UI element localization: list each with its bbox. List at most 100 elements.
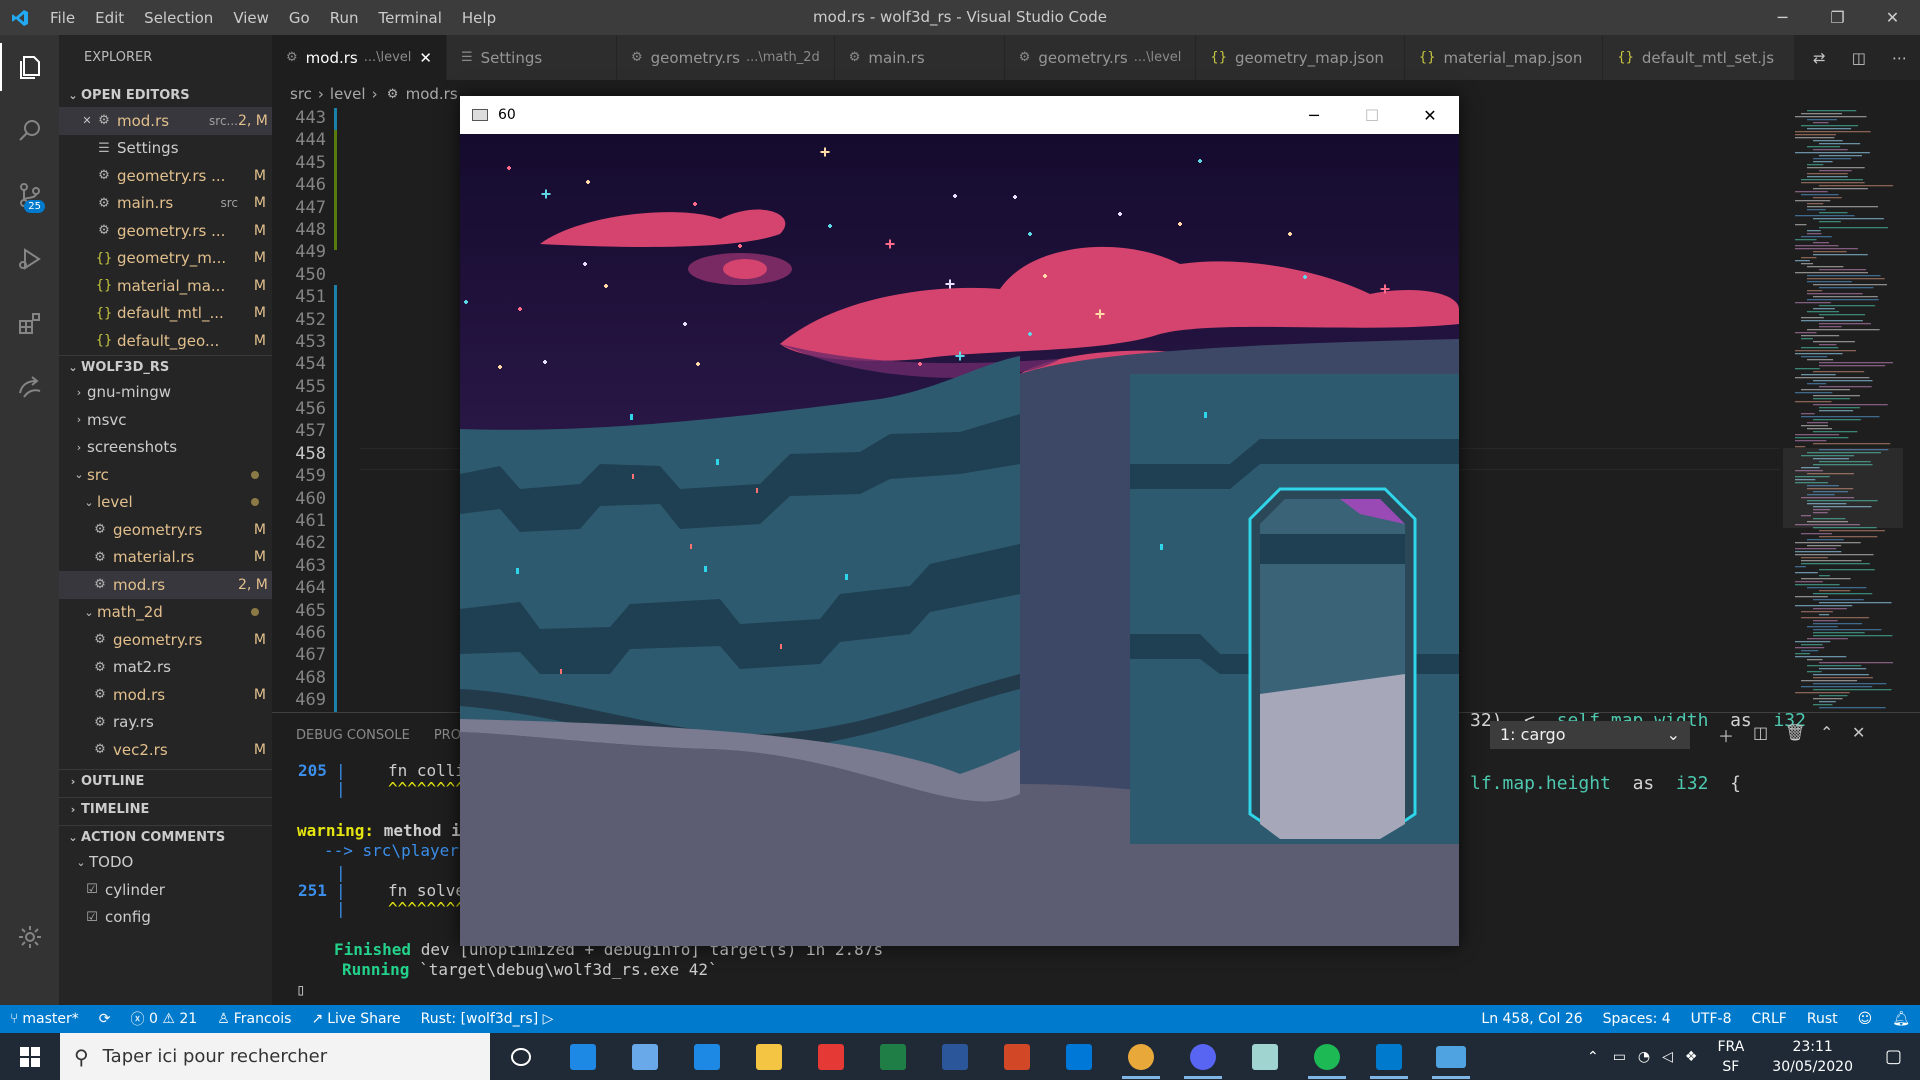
breadcrumb-file[interactable]: mod.rs xyxy=(406,85,458,103)
live-share-icon[interactable] xyxy=(0,355,59,419)
branch-status[interactable]: ⑂ master* xyxy=(0,1011,89,1027)
close-tab-icon[interactable]: ✕ xyxy=(419,49,432,67)
file-tree-folder[interactable]: › gnu-mingw xyxy=(59,379,272,407)
word-icon[interactable] xyxy=(924,1033,986,1080)
breadcrumb-src[interactable]: src xyxy=(290,85,312,103)
run-debug-icon[interactable] xyxy=(0,227,59,291)
project-header[interactable]: ⌄ WOLF3D_RS xyxy=(59,354,272,379)
open-editor-item[interactable]: ⚙ geometry.rs ... M xyxy=(59,162,272,190)
feedback-icon[interactable]: ☺ xyxy=(1848,1011,1883,1027)
close-panel-icon[interactable]: ✕ xyxy=(1852,723,1865,742)
file-tree-folder[interactable]: ⌄ level xyxy=(59,489,272,517)
chevron-up-icon[interactable]: ⌃ xyxy=(1579,1049,1607,1065)
open-editor-item[interactable]: {} default_mtl_... M xyxy=(59,300,272,328)
menu-go[interactable]: Go xyxy=(279,9,320,27)
file-tree-file[interactable]: ⚙ material.rs M xyxy=(59,544,272,572)
maximize-panel-icon[interactable]: ⌃ xyxy=(1820,723,1833,742)
manage-gear-icon[interactable] xyxy=(0,905,59,969)
editor-tab[interactable]: ⚙ geometry.rs ...\level xyxy=(1004,35,1197,80)
open-editor-item[interactable]: ⚙ geometry.rs ... M xyxy=(59,217,272,245)
dropbox-icon[interactable]: ❖ xyxy=(1679,1049,1704,1065)
editor-tab[interactable]: {} default_mtl_set.js xyxy=(1603,35,1796,80)
file-tree-folder[interactable]: ⌄ src xyxy=(59,461,272,489)
split-terminal-icon[interactable]: ◫ xyxy=(1753,723,1768,742)
edge-icon[interactable] xyxy=(676,1033,738,1080)
menu-run[interactable]: Run xyxy=(320,9,369,27)
file-tree-file[interactable]: ⚙ mod.rs M xyxy=(59,681,272,709)
open-editor-item[interactable]: ✕ ⚙ mod.rs src... 2, M xyxy=(59,107,272,135)
live-share-status[interactable]: ↗ Live Share xyxy=(301,1011,410,1027)
todo-group[interactable]: ⌄ TODO xyxy=(59,849,272,877)
network-icon[interactable]: ◔ xyxy=(1632,1049,1656,1065)
cursor-position[interactable]: Ln 458, Col 26 xyxy=(1471,1011,1592,1027)
source-control-icon[interactable]: 25 xyxy=(0,163,59,227)
todo-item[interactable]: ☑ cylinder xyxy=(59,876,272,904)
gift-icon[interactable] xyxy=(800,1033,862,1080)
file-tree-file[interactable]: ⚙ geometry.rs M xyxy=(59,516,272,544)
file-tree-file[interactable]: ⚙ geometry.rs M xyxy=(59,626,272,654)
timeline-header[interactable]: › TIMELINE xyxy=(59,796,272,821)
game-maximize-button[interactable]: ☐ xyxy=(1343,96,1401,134)
indentation[interactable]: Spaces: 4 xyxy=(1593,1011,1681,1027)
excel-icon[interactable] xyxy=(862,1033,924,1080)
minimap[interactable] xyxy=(1783,108,1903,712)
notifications-bell-icon[interactable]: 🔔︎ xyxy=(1882,1011,1920,1027)
open-editor-item[interactable]: {} material_ma... M xyxy=(59,272,272,300)
search-icon[interactable] xyxy=(0,99,59,163)
menu-selection[interactable]: Selection xyxy=(134,9,223,27)
menu-terminal[interactable]: Terminal xyxy=(369,9,452,27)
outline-header[interactable]: › OUTLINE xyxy=(59,768,272,793)
notification-center-icon[interactable]: ▢ xyxy=(1867,1046,1920,1067)
game-close-button[interactable]: ✕ xyxy=(1401,96,1459,134)
editor-tab[interactable]: {} material_map.json xyxy=(1404,35,1604,80)
open-editors-header[interactable]: ⌄ OPEN EDITORS xyxy=(59,83,272,107)
notes-icon[interactable] xyxy=(1234,1033,1296,1080)
chrome-icon[interactable] xyxy=(1110,1033,1172,1080)
problems-status[interactable]: ⓧ 0 ⚠ 21 xyxy=(121,1009,208,1029)
tab-debug-console[interactable]: DEBUG CONSOLE xyxy=(296,728,410,743)
editor-tab[interactable]: ⚙ main.rs xyxy=(834,35,1005,80)
open-editor-item[interactable]: {} geometry_m... M xyxy=(59,245,272,273)
compare-changes-icon[interactable]: ⇄ xyxy=(1813,49,1826,67)
powerpoint-icon[interactable] xyxy=(986,1033,1048,1080)
language-indicator[interactable]: FRA SF xyxy=(1703,1037,1758,1077)
game-minimize-button[interactable]: ─ xyxy=(1285,96,1343,134)
line-ending[interactable]: CRLF xyxy=(1741,1011,1796,1027)
editor-tab[interactable]: ☰ Settings xyxy=(447,35,617,80)
volume-icon[interactable]: ◁ xyxy=(1656,1049,1679,1065)
explorer-icon[interactable] xyxy=(0,35,59,99)
new-terminal-icon[interactable]: ＋ xyxy=(1718,723,1734,747)
task-view-icon[interactable] xyxy=(490,1033,552,1080)
snip-icon[interactable] xyxy=(614,1033,676,1080)
file-tree-file[interactable]: ⚙ ray.rs xyxy=(59,709,272,737)
open-editor-item[interactable]: ☰ Settings xyxy=(59,135,272,163)
mail-icon[interactable] xyxy=(552,1033,614,1080)
file-tree-folder[interactable]: ⌄ math_2d xyxy=(59,599,272,627)
encoding[interactable]: UTF-8 xyxy=(1681,1011,1742,1027)
menu-help[interactable]: Help xyxy=(452,9,506,27)
clock[interactable]: 23:11 30/05/2020 xyxy=(1758,1037,1867,1077)
close-button[interactable]: ✕ xyxy=(1865,0,1920,35)
user-status[interactable]: ♙ Francois xyxy=(207,1011,301,1027)
game-window-icon[interactable] xyxy=(1420,1033,1482,1080)
file-tree-file[interactable]: ⚙ mod.rs 2, M xyxy=(59,571,272,599)
kill-terminal-icon[interactable]: 🗑 xyxy=(1785,723,1805,742)
open-editor-item[interactable]: {} default_geo... M xyxy=(59,327,272,355)
open-editor-item[interactable]: ⚙ main.rs src M xyxy=(59,190,272,218)
menu-file[interactable]: File xyxy=(40,9,85,27)
vscode-icon[interactable] xyxy=(1358,1033,1420,1080)
file-tree-file[interactable]: ⚙ mat2.rs xyxy=(59,654,272,682)
language-mode[interactable]: Rust xyxy=(1797,1011,1848,1027)
editor-tab[interactable]: ⚙ geometry.rs ...\math_2d xyxy=(617,35,835,80)
split-editor-icon[interactable]: ◫ xyxy=(1852,49,1866,67)
editor-tab[interactable]: ⚙ mod.rs ...\level ✕ xyxy=(272,35,447,80)
close-editor-icon[interactable]: ✕ xyxy=(79,114,95,127)
taskbar-search-input[interactable]: ⚲ Taper ici pour rechercher xyxy=(60,1033,490,1080)
discord-icon[interactable] xyxy=(1172,1033,1234,1080)
menu-view[interactable]: View xyxy=(223,9,279,27)
windows-start-icon[interactable] xyxy=(0,1033,60,1080)
file-tree-folder[interactable]: › screenshots xyxy=(59,434,272,462)
action-comments-header[interactable]: ⌄ ACTION COMMENTS xyxy=(59,824,272,849)
more-actions-icon[interactable]: ⋯ xyxy=(1892,49,1907,67)
store-icon[interactable] xyxy=(1048,1033,1110,1080)
